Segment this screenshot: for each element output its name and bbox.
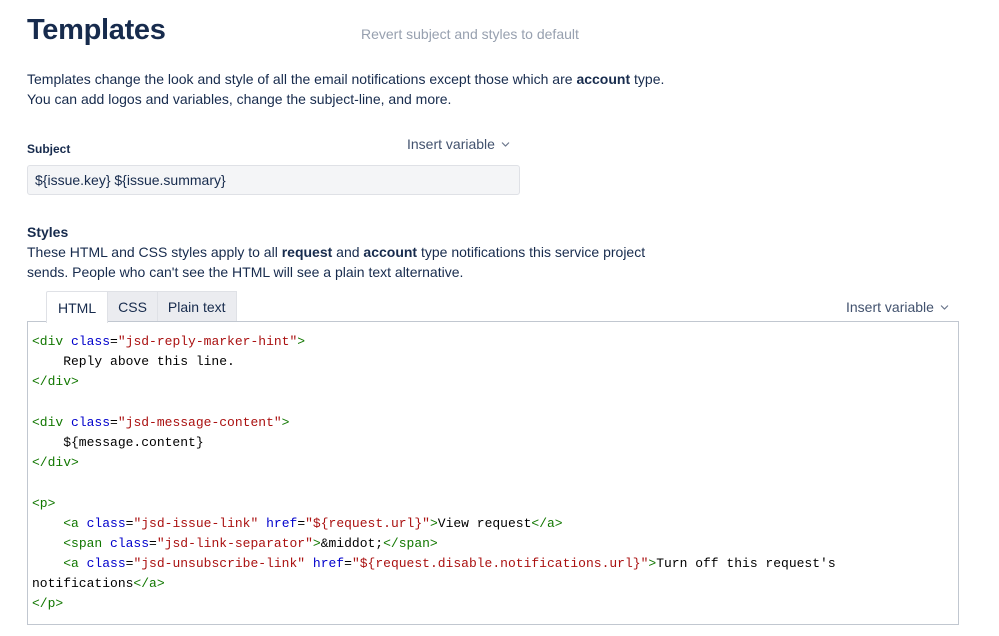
code-token: "jsd-message-content" xyxy=(117,414,282,430)
code-line: </p> xyxy=(32,594,958,614)
code-line: ${message.content} xyxy=(32,433,958,453)
code-token: &middot; xyxy=(320,535,384,551)
code-line: </div> xyxy=(32,372,958,392)
code-token: Reply above this line. xyxy=(32,354,235,370)
revert-defaults-link[interactable]: Revert subject and styles to default xyxy=(361,26,579,42)
code-line: <span class="jsd-link-separator">&middot… xyxy=(32,534,958,554)
code-token: <div xyxy=(32,414,72,430)
code-line: <div class="jsd-reply-marker-hint"> xyxy=(32,332,958,352)
code-token: "jsd-issue-link" xyxy=(133,515,259,531)
code-line: </div> xyxy=(32,453,958,473)
code-token: </a> xyxy=(531,515,563,531)
code-line: Reply above this line. xyxy=(32,352,958,372)
code-token: </p> xyxy=(32,596,64,612)
code-token: > xyxy=(297,334,306,349)
code-token: ${message.content} xyxy=(32,434,204,450)
description-bold-account: account xyxy=(576,71,631,87)
code-line: notifications</a> xyxy=(32,574,958,594)
code-token: = xyxy=(149,535,157,551)
code-token: = xyxy=(297,515,306,531)
tab-plain-text[interactable]: Plain text xyxy=(157,291,237,322)
subject-input[interactable] xyxy=(27,165,520,195)
html-code-editor[interactable]: <div class="jsd-reply-marker-hint"> Repl… xyxy=(27,321,959,625)
code-token: <a xyxy=(63,515,87,531)
styles-desc-text-1: These HTML and CSS styles apply to all xyxy=(27,244,282,260)
chevron-down-icon xyxy=(501,141,510,147)
code-line: <a class="jsd-unsubscribe-link" href="${… xyxy=(32,554,958,574)
code-line: <a class="jsd-issue-link" href="${reques… xyxy=(32,514,958,534)
code-token: Turn off this request's xyxy=(656,556,836,572)
styles-description: These HTML and CSS styles apply to all r… xyxy=(27,242,647,282)
page-title: Templates xyxy=(27,14,166,46)
code-token: <a xyxy=(63,556,87,572)
code-token: "${request.disable.notifications.url}" xyxy=(351,556,649,572)
code-token: href xyxy=(266,515,298,531)
code-token: > xyxy=(312,535,321,551)
code-token: <div xyxy=(32,334,72,349)
code-token: > xyxy=(281,414,290,430)
code-token: = xyxy=(344,556,352,572)
styles-desc-bold-account: account xyxy=(363,244,418,260)
code-token: = xyxy=(110,414,118,430)
templates-description: Templates change the look and style of a… xyxy=(27,69,667,109)
styles-tabs: HTML CSS Plain text xyxy=(46,291,237,323)
code-token: notifications xyxy=(32,576,134,592)
code-token: class xyxy=(86,556,126,572)
insert-variable-label: Insert variable xyxy=(407,136,495,152)
code-token: class xyxy=(71,414,111,430)
styles-desc-bold-request: request xyxy=(281,244,333,260)
code-token: "jsd-reply-marker-hint" xyxy=(117,334,298,349)
subject-insert-variable-dropdown[interactable]: Insert variable xyxy=(407,136,510,152)
code-token: </div> xyxy=(32,374,79,390)
code-token: class xyxy=(110,535,150,551)
code-token: <span xyxy=(63,535,111,551)
styles-insert-variable-dropdown[interactable]: Insert variable xyxy=(846,299,949,315)
code-content: <div class="jsd-reply-marker-hint"> Repl… xyxy=(28,322,958,615)
code-token: </a> xyxy=(133,576,165,592)
templates-page: Templates Revert subject and styles to d… xyxy=(0,0,999,636)
code-token: </span> xyxy=(383,535,438,551)
code-token: "jsd-link-separator" xyxy=(156,535,313,551)
chevron-down-icon xyxy=(940,304,949,310)
code-line: <div class="jsd-message-content"> xyxy=(32,413,958,433)
code-token: "${request.url}" xyxy=(305,515,430,531)
tab-css[interactable]: CSS xyxy=(108,291,158,322)
code-token: "jsd-unsubscribe-link" xyxy=(133,556,306,572)
code-token: class xyxy=(86,515,126,531)
styles-heading: Styles xyxy=(27,224,69,240)
description-text-1: Templates change the look and style of a… xyxy=(27,71,577,87)
code-token: </div> xyxy=(32,455,79,471)
code-token: View request xyxy=(437,515,532,531)
insert-variable-label: Insert variable xyxy=(846,299,934,315)
tab-html[interactable]: HTML xyxy=(46,291,109,323)
subject-label: Subject xyxy=(27,142,71,156)
code-token: = xyxy=(110,334,118,349)
styles-desc-text-2: and xyxy=(332,244,364,260)
code-token: > xyxy=(429,515,438,531)
code-token: href xyxy=(312,556,345,572)
code-token: class xyxy=(71,334,111,349)
code-line: <p> xyxy=(32,494,958,514)
code-token: <p> xyxy=(32,495,56,511)
